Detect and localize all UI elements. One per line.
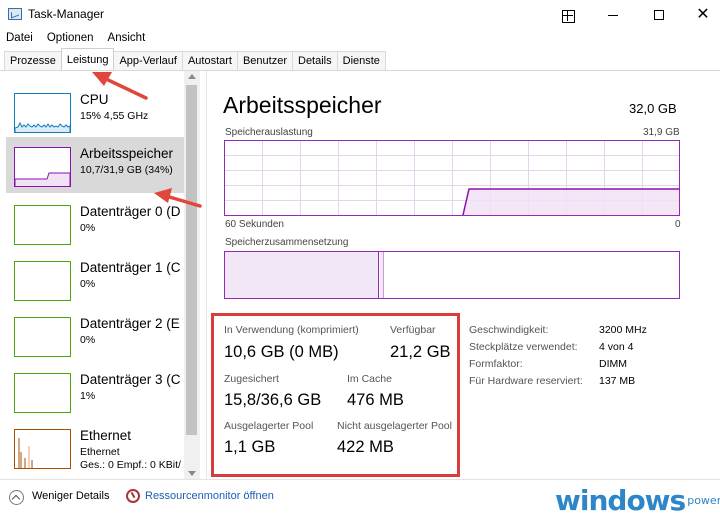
logo-main-text: windows	[555, 484, 686, 517]
watermark-logo: windows power	[555, 484, 720, 520]
arrow-to-tab	[102, 76, 148, 100]
resource-monitor-link[interactable]: Ressourcenmonitor öffnen	[145, 490, 274, 502]
tab-leistung[interactable]: Leistung	[60, 48, 115, 70]
resource-monitor-icon	[126, 489, 140, 503]
collapse-icon[interactable]	[9, 490, 24, 505]
arrow-to-memory-head	[154, 188, 172, 203]
arrow-to-memory	[164, 194, 202, 208]
footer-divider	[0, 479, 720, 480]
logo-sub-text: power	[687, 493, 720, 507]
annotation-arrows	[92, 72, 202, 208]
fewer-details-button[interactable]: Weniger Details	[32, 490, 109, 502]
task-manager-window: Task-Manager ✕ Datei Optionen Ansicht Pr…	[0, 0, 720, 520]
